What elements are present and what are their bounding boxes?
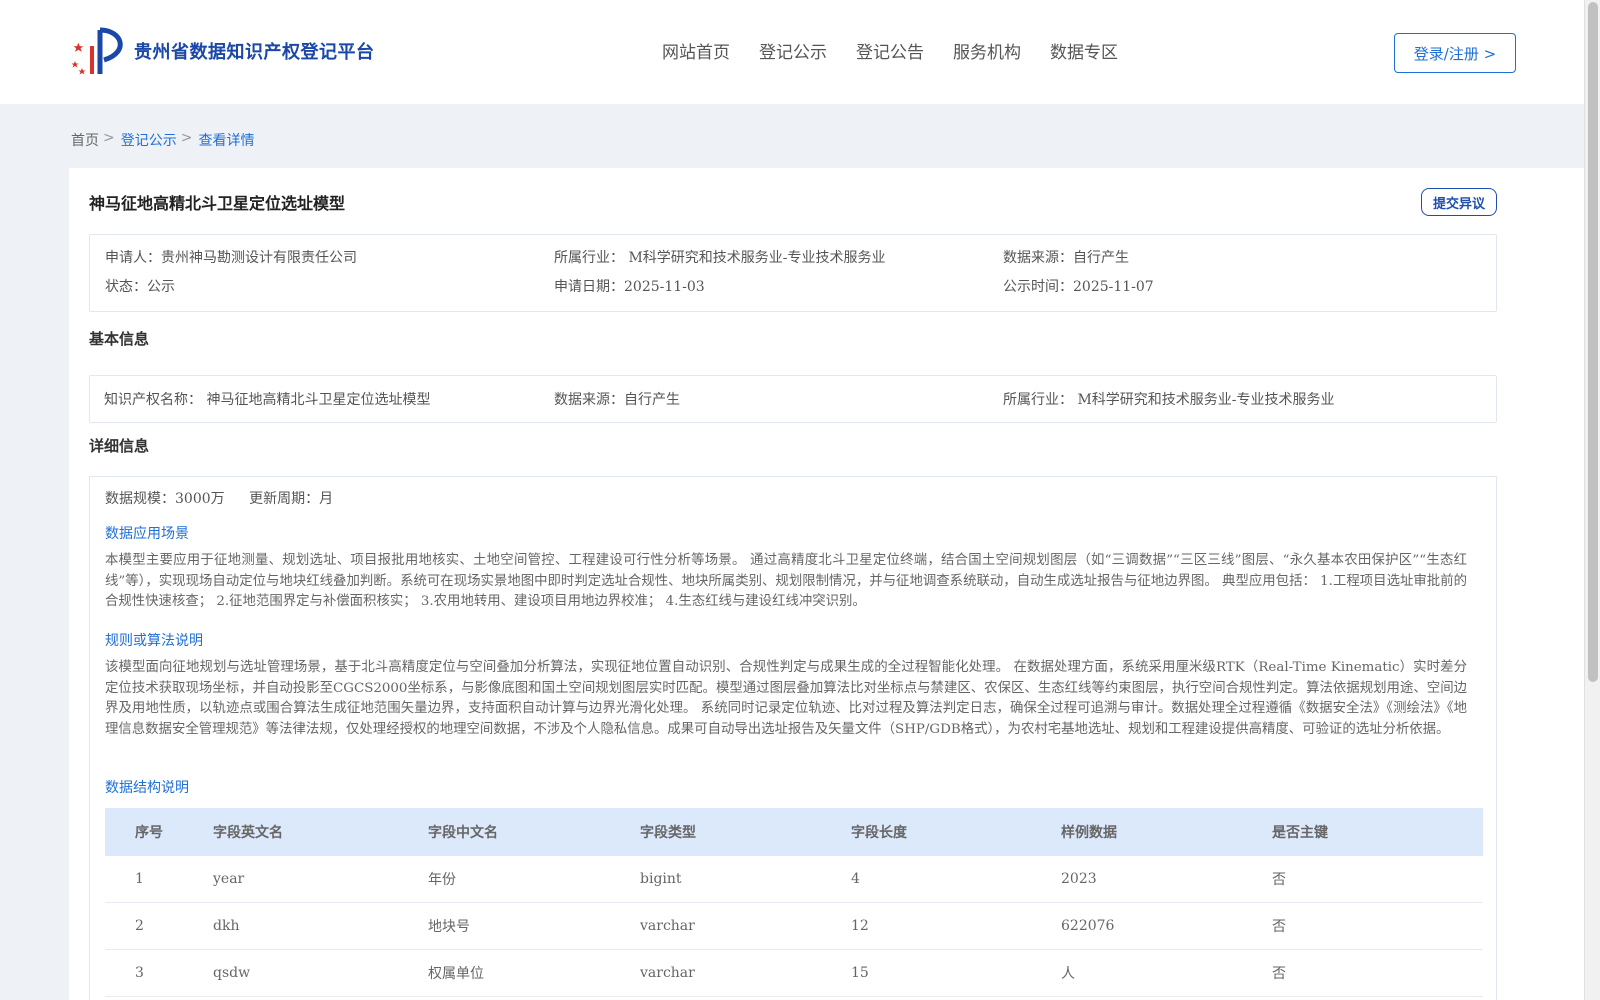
breadcrumb-registration-publicity[interactable]: 登记公示 <box>121 130 177 150</box>
basic-info-panel: 知识产权名称： 神马征地高精北斗卫星定位选址模型 数据来源：自行产生 所属行业：… <box>89 375 1497 423</box>
table-cell: 年份 <box>428 872 456 888</box>
column-header-chinese-name: 字段中文名 <box>428 825 498 841</box>
nav-item-registration-publicity[interactable]: 登记公示 <box>759 38 827 63</box>
column-header-type: 字段类型 <box>640 825 696 841</box>
table-cell: 2 <box>135 918 144 934</box>
login-register-button[interactable]: 登录/注册 > <box>1394 33 1516 73</box>
table-cell: varchar <box>640 918 695 934</box>
table-cell: 1 <box>135 871 144 887</box>
detail-card: 神马征地高精北斗卫星定位选址模型 提交异议 申请人：贵州神马勘测设计有限责任公司… <box>69 168 1584 1000</box>
application-scenario-heading: 数据应用场景 <box>105 526 189 542</box>
update-cycle-text: 更新周期：月 <box>249 491 334 507</box>
nav-item-registration-announcement[interactable]: 登记公告 <box>856 38 924 63</box>
table-cell: 地块号 <box>428 919 470 935</box>
table-row: 3 qsdw 权属单位 varchar 15 人 否 <box>105 950 1483 997</box>
site-title: 贵州省数据知识产权登记平台 <box>134 42 375 63</box>
table-cell: qsdw <box>213 965 251 981</box>
site-logo[interactable]: 贵州省数据知识产权登记平台 <box>70 26 375 76</box>
data-structure-table: 序号 字段英文名 字段中文名 字段类型 字段长度 样例数据 是否主键 1 yea… <box>105 808 1483 997</box>
nav-item-home[interactable]: 网站首页 <box>662 38 730 63</box>
table-cell: year <box>213 871 245 887</box>
breadcrumb-separator: > <box>180 130 193 146</box>
table-cell: 3 <box>135 965 144 981</box>
top-header: 贵州省数据知识产权登记平台 网站首页 登记公示 登记公告 服务机构 数据专区 登… <box>0 0 1584 104</box>
basic-info-heading: 基本信息 <box>89 330 150 348</box>
column-header-sample: 样例数据 <box>1061 825 1117 841</box>
algorithm-heading: 规则或算法说明 <box>105 633 203 649</box>
table-cell: 4 <box>851 871 860 887</box>
scale-line: 数据规模：3000万 更新周期：月 <box>105 488 353 508</box>
column-header-length: 字段长度 <box>851 825 907 841</box>
column-header-primary-key: 是否主键 <box>1272 825 1328 841</box>
data-structure-heading: 数据结构说明 <box>105 780 189 796</box>
table-cell: 否 <box>1272 966 1286 982</box>
industry-text: 所属行业： M科学研究和技术服务业-专业技术服务业 <box>554 250 886 266</box>
main-nav: 网站首页 登记公示 登记公告 服务机构 数据专区 <box>662 38 1147 63</box>
nav-item-service-agencies[interactable]: 服务机构 <box>953 38 1021 63</box>
basic-source-text: 数据来源：自行产生 <box>554 392 680 408</box>
table-cell: bigint <box>640 871 682 887</box>
publish-date-text: 公示时间：2025-11-07 <box>1003 279 1154 295</box>
column-header-english-name: 字段英文名 <box>213 825 283 841</box>
summary-panel: 申请人：贵州神马勘测设计有限责任公司 所属行业： M科学研究和技术服务业-专业技… <box>89 234 1497 312</box>
table-cell: 12 <box>851 918 869 934</box>
column-header-index: 序号 <box>135 825 163 841</box>
table-cell: dkh <box>213 918 240 934</box>
algorithm-text: 该模型面向征地规划与选址管理场景，基于北斗高精度定位与空间叠加分析算法，实现征地… <box>105 660 1467 737</box>
submit-objection-button[interactable]: 提交异议 <box>1421 188 1497 216</box>
table-cell: varchar <box>640 965 695 981</box>
breadcrumb-home[interactable]: 首页 <box>71 130 99 150</box>
status-text: 状态：公示 <box>105 279 175 295</box>
table-cell: 2023 <box>1061 871 1097 887</box>
detail-info-panel: 数据规模：3000万 更新周期：月 数据应用场景 本模型主要应用于征地测量、规划… <box>89 476 1497 1000</box>
table-header-row: 序号 字段英文名 字段中文名 字段类型 字段长度 样例数据 是否主键 <box>105 808 1483 856</box>
application-scenario-text: 本模型主要应用于征地测量、规划选址、项目报批用地核实、土地空间管控、工程建设可行… <box>105 553 1467 609</box>
page-title: 神马征地高精北斗卫星定位选址模型 <box>89 194 346 213</box>
table-cell: 否 <box>1272 872 1286 888</box>
table-cell: 权属单位 <box>428 966 484 982</box>
table-cell: 否 <box>1272 919 1286 935</box>
logo-emblem-icon <box>71 27 123 75</box>
breadcrumb-current: 查看详情 <box>198 133 255 149</box>
breadcrumb-separator: > <box>103 130 115 146</box>
table-cell: 15 <box>851 965 869 981</box>
page-scrollbar[interactable] <box>1584 0 1600 1000</box>
source-text: 数据来源：自行产生 <box>1003 250 1129 266</box>
basic-industry-text: 所属行业： M科学研究和技术服务业-专业技术服务业 <box>1003 392 1335 408</box>
table-cell: 人 <box>1061 966 1075 982</box>
table-row: 2 dkh 地块号 varchar 12 622076 否 <box>105 903 1483 950</box>
table-cell: 622076 <box>1061 918 1115 934</box>
table-row: 1 year 年份 bigint 4 2023 否 <box>105 856 1483 903</box>
nav-item-data-zone[interactable]: 数据专区 <box>1050 38 1118 63</box>
scrollbar-thumb[interactable] <box>1588 2 1598 682</box>
detail-info-heading: 详细信息 <box>89 437 150 455</box>
breadcrumb: 首页 > 登记公示 > 查看详情 <box>71 130 254 150</box>
apply-date-text: 申请日期：2025-11-03 <box>554 279 705 295</box>
data-scale-text: 数据规模：3000万 <box>105 491 225 507</box>
ip-name-text: 知识产权名称： 神马征地高精北斗卫星定位选址模型 <box>104 392 431 408</box>
applicant-text: 申请人：贵州神马勘测设计有限责任公司 <box>105 250 357 266</box>
